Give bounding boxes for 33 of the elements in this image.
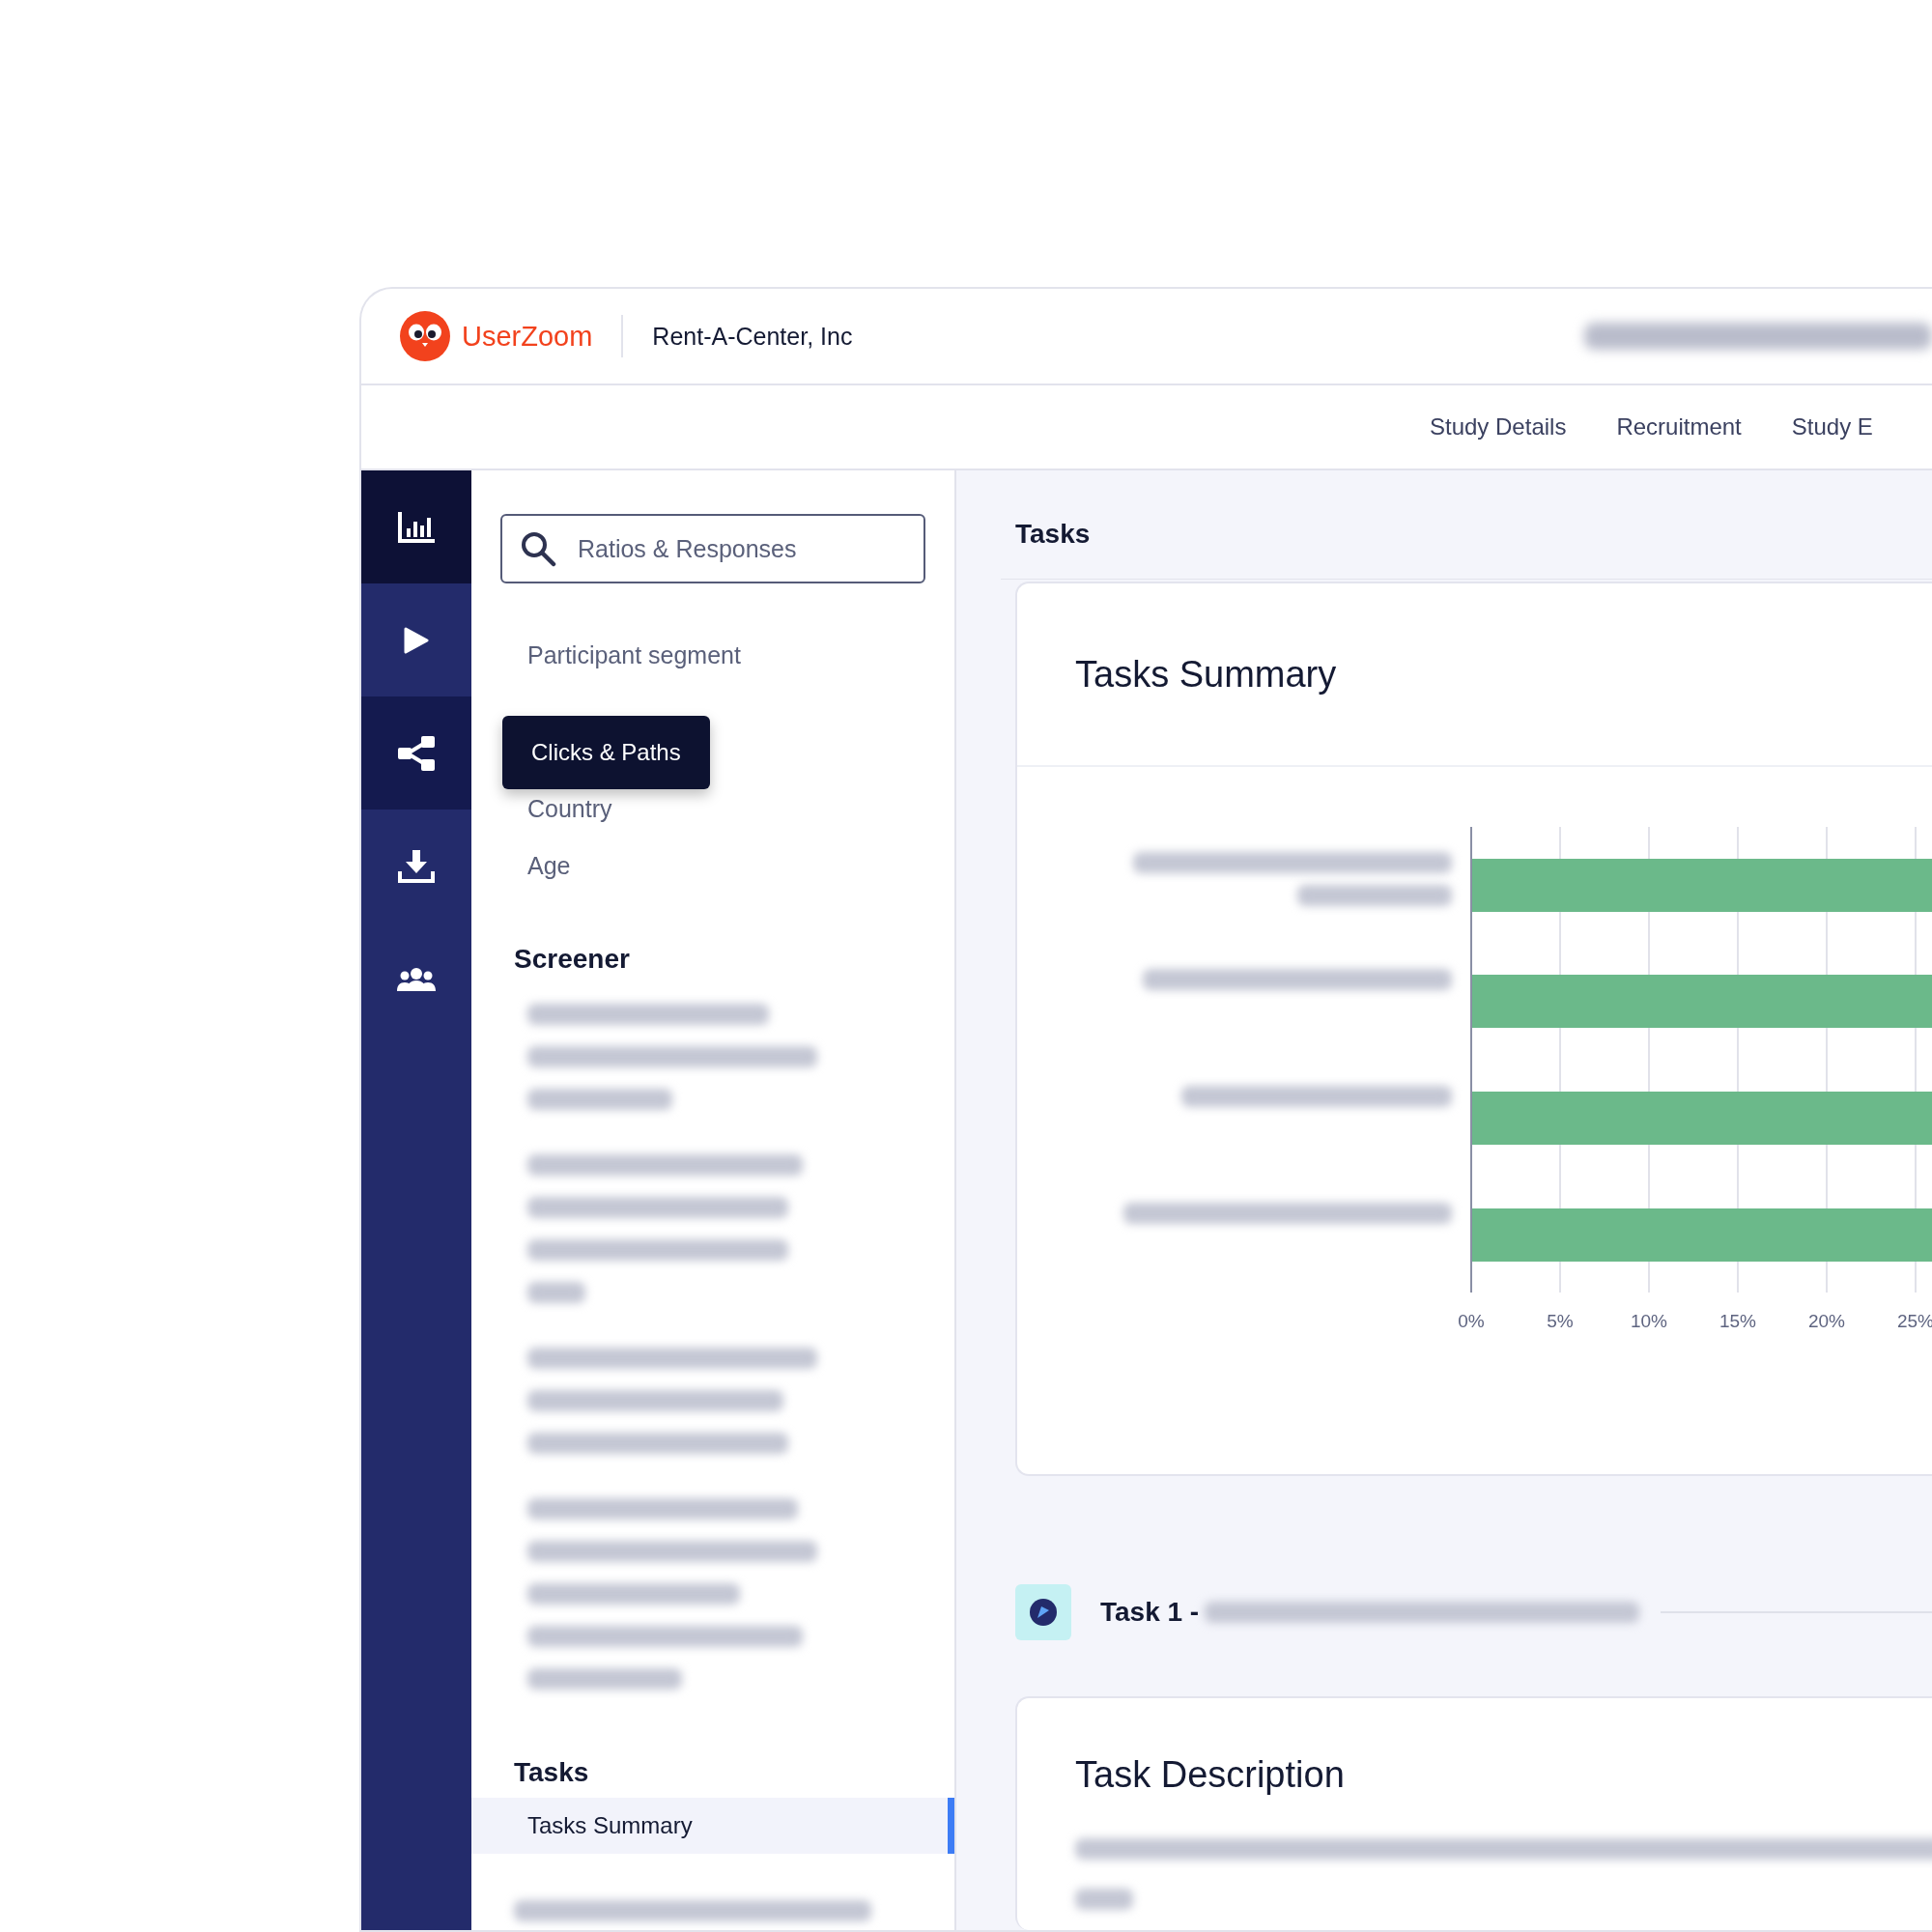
nav-link[interactable]: Study Details (1430, 413, 1567, 440)
axis-tick-label: 0% (1458, 1311, 1485, 1332)
section-heading: Tasks (513, 1757, 590, 1788)
axis-tick-label: 5% (1547, 1311, 1574, 1332)
axis-tick-label: 15% (1719, 1311, 1756, 1332)
play-icon (404, 626, 429, 654)
filter-item[interactable]: Participant segment (471, 641, 741, 669)
download-icon (398, 849, 435, 883)
users-icon (397, 966, 436, 992)
card-title: Tasks Summary (1075, 653, 1337, 696)
nav-link[interactable]: Study E (1791, 413, 1873, 440)
axis-tick-label: 20% (1808, 1311, 1845, 1332)
blurred-text (527, 1282, 585, 1303)
blurred-text (1075, 1889, 1133, 1911)
filter-item[interactable]: Age (471, 852, 571, 880)
search-icon (520, 530, 556, 567)
filter-item[interactable]: Country (471, 795, 612, 823)
card-title: Task Description (1075, 1754, 1346, 1797)
search-field[interactable]: Ratios & Responses (576, 522, 918, 576)
bar-chart-icon (398, 511, 435, 543)
search-box[interactable]: Ratios & Responses (500, 514, 925, 583)
brand-name: UserZoom (462, 320, 593, 353)
company-name: Rent-A-Center, Inc (652, 322, 853, 351)
nav-link[interactable]: Recruitment (1616, 413, 1742, 440)
sidebar-item[interactable]: Tasks Summary (471, 1798, 954, 1854)
task-icon (1015, 1584, 1071, 1641)
page-title: Tasks (1015, 519, 1092, 551)
task-title: Task 1 - (1100, 1597, 1200, 1629)
tooltip: Clicks & Paths (502, 716, 710, 789)
axis-tick-label: 10% (1631, 1311, 1667, 1332)
section-heading: Screener (513, 944, 631, 975)
owl-logo-icon (400, 311, 450, 361)
share-nodes-icon (398, 735, 435, 771)
